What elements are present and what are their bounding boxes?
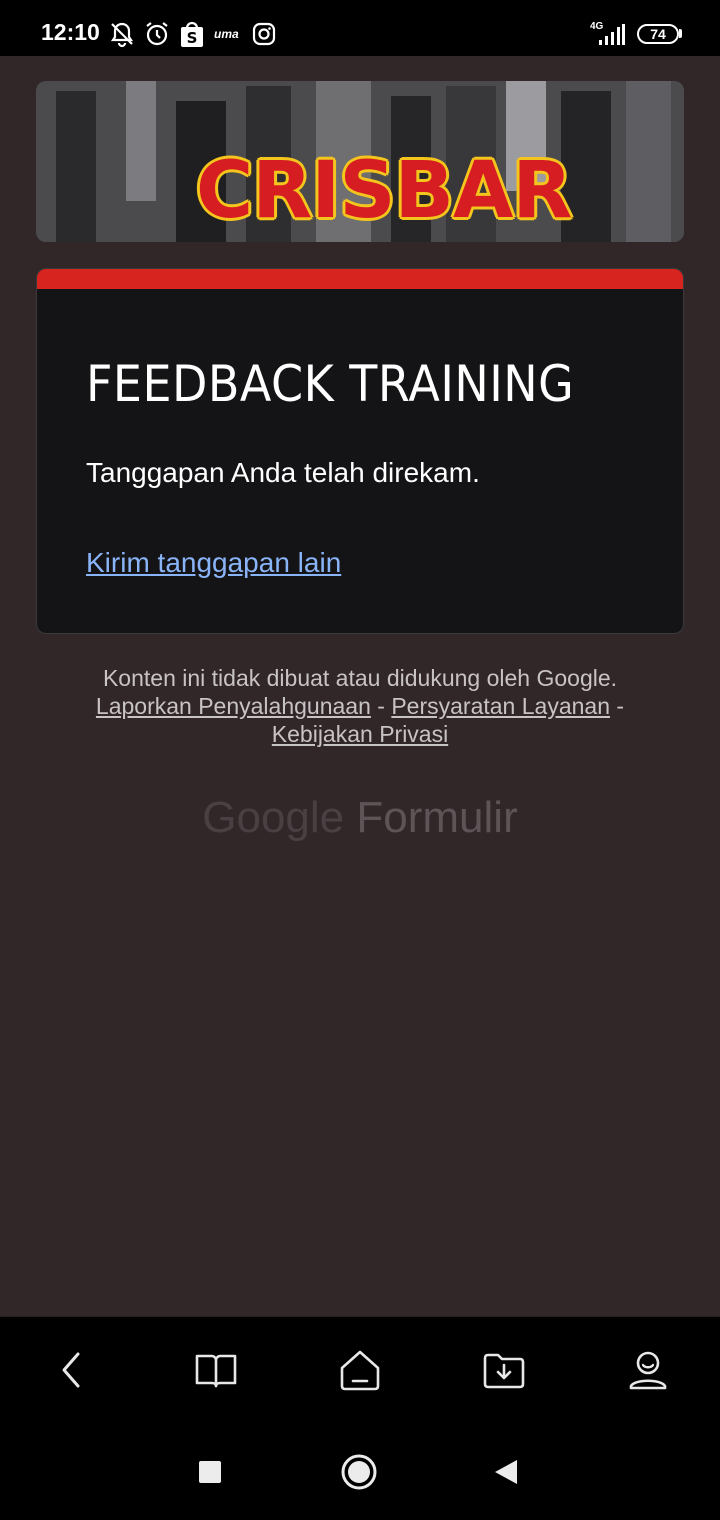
back-icon[interactable]: [50, 1348, 94, 1392]
footer-separator: -: [616, 693, 625, 719]
shopee-icon: S: [181, 21, 203, 47]
instagram-icon: [252, 22, 276, 46]
battery-icon: 74: [637, 24, 679, 44]
confirmation-card: FEEDBACK TRAINING Tanggapan Anda telah d…: [36, 268, 684, 634]
recents-icon[interactable]: [199, 1461, 221, 1483]
bell-off-icon: [110, 22, 134, 48]
brand-google: Google: [202, 793, 345, 842]
report-abuse-link[interactable]: Laporkan Penyalahgunaan: [96, 693, 371, 719]
brand-forms: Formulir: [356, 793, 518, 842]
footer-links-row-1: Laporkan Penyalahgunaan - Persyaratan La…: [0, 692, 720, 720]
crisbar-logo: CRISBAR: [196, 146, 572, 236]
submit-another-link[interactable]: Kirim tanggapan lain: [86, 547, 341, 579]
battery-tip: [679, 29, 682, 38]
home-icon[interactable]: [338, 1348, 382, 1392]
confirmation-message: Tanggapan Anda telah direkam.: [86, 457, 480, 488]
download-icon[interactable]: [482, 1348, 526, 1392]
signal-icon: [599, 24, 625, 45]
footer-disclaimer: Konten ini tidak dibuat atau didukung ol…: [102, 665, 618, 691]
home-circle-icon[interactable]: [341, 1454, 377, 1495]
terms-link[interactable]: Persyaratan Layanan: [391, 693, 610, 719]
form-title: FEEDBACK TRAINING: [86, 355, 575, 413]
privacy-link[interactable]: Kebijakan Privasi: [272, 721, 448, 747]
back-triangle-icon[interactable]: [493, 1458, 519, 1491]
status-time: 12:10: [41, 19, 100, 45]
footer-links-row-2: Kebijakan Privasi: [0, 720, 720, 748]
profile-icon[interactable]: [626, 1348, 670, 1392]
footer: Konten ini tidak dibuat atau didukung ol…: [0, 664, 720, 748]
status-bar: 12:10 S uma 4G 74: [0, 0, 720, 56]
ummma-icon: uma: [214, 27, 239, 41]
header-banner: CRISBAR: [36, 81, 684, 242]
google-forms-brand[interactable]: Google Formulir: [0, 793, 720, 843]
footer-separator: -: [377, 693, 385, 719]
book-icon[interactable]: [194, 1348, 238, 1392]
alarm-icon: [146, 22, 168, 46]
card-accent-bar: [37, 269, 683, 289]
svg-text:S: S: [187, 29, 198, 47]
